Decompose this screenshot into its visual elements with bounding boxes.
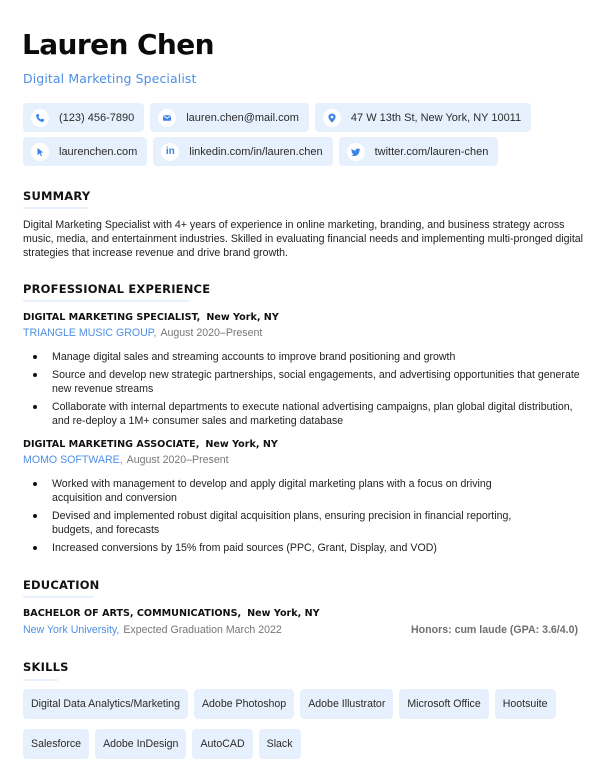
job-bullets: Manage digital sales and streaming accou… bbox=[23, 350, 583, 432]
job-location: New York, NY bbox=[206, 312, 279, 323]
section-divider bbox=[23, 596, 94, 598]
bullet-text: Collaborate with internal departments to… bbox=[52, 400, 573, 427]
skill-tag: Hootsuite bbox=[494, 689, 556, 719]
school-location: New York, NY bbox=[247, 608, 320, 619]
linkedin-icon: in bbox=[161, 142, 180, 161]
job-title: DIGITAL MARKETING SPECIALIST, New York, N… bbox=[23, 312, 279, 323]
skill-row: Salesforce Adobe InDesign AutoCAD Slack bbox=[23, 729, 583, 759]
bullet-text: Increased conversions by 15% from paid s… bbox=[52, 541, 437, 554]
section-divider bbox=[23, 207, 88, 209]
bullet-dot bbox=[33, 355, 37, 359]
list-item: Manage digital sales and streaming accou… bbox=[23, 350, 583, 364]
contact-phone-label: (123) 456-7890 bbox=[59, 111, 135, 124]
school-dates: New York University, Expected Graduation … bbox=[23, 624, 282, 636]
job-location: New York, NY bbox=[205, 439, 278, 450]
bullet-text: Manage digital sales and streaming accou… bbox=[52, 351, 456, 363]
contact-row: (123) 456-7890 lauren.chen@mail.com 47 W… bbox=[23, 103, 583, 132]
graduation-date: Expected Graduation March 2022 bbox=[123, 624, 282, 636]
job-company-dates: TRIANGLE MUSIC GROUP, August 2020–Present bbox=[23, 327, 262, 339]
education-heading: EDUCATION bbox=[23, 578, 100, 592]
school-name: New York University, bbox=[23, 624, 120, 636]
bullet-dot bbox=[33, 513, 37, 518]
skill-tag: Adobe InDesign bbox=[95, 729, 187, 759]
skill-tag: AutoCAD bbox=[192, 729, 253, 759]
experience-heading: PROFESSIONAL EXPERIENCE bbox=[23, 282, 211, 296]
section-divider bbox=[23, 300, 189, 302]
email-icon bbox=[158, 108, 177, 127]
contact-email-label: lauren.chen@mail.com bbox=[186, 111, 299, 124]
company-name: MOMO SOFTWARE, bbox=[23, 454, 123, 466]
bullet-dot bbox=[33, 545, 37, 550]
contact-address[interactable]: 47 W 13th St, New York, NY 10011 bbox=[314, 103, 532, 132]
honors-gpa: Honors: cum laude (GPA: 3.6/4.0) bbox=[411, 624, 578, 636]
company-name: TRIANGLE MUSIC GROUP, bbox=[23, 327, 157, 339]
summary-heading: SUMMARY bbox=[23, 189, 91, 203]
list-item: Source and develop new strategic partner… bbox=[23, 368, 583, 396]
contact-linkedin[interactable]: in linkedin.com/in/lauren.chen bbox=[153, 137, 333, 166]
skill-tag: Adobe Photoshop bbox=[193, 689, 295, 719]
list-item: Increased conversions by 15% from paid s… bbox=[23, 541, 513, 555]
summary-text: Digital Marketing Specialist with 4+ yea… bbox=[23, 219, 584, 260]
list-item: Collaborate with internal departments to… bbox=[23, 400, 583, 428]
phone-icon bbox=[31, 108, 49, 127]
section-divider bbox=[23, 679, 58, 681]
contact-email[interactable]: lauren.chen@mail.com bbox=[150, 103, 309, 132]
job-dates: August 2020–Present bbox=[126, 454, 229, 466]
skill-tag: Adobe Illustrator bbox=[300, 689, 394, 719]
degree-title: BACHELOR OF ARTS, COMMUNICATIONS, New Yor… bbox=[23, 608, 320, 619]
contact-info: (123) 456-7890 lauren.chen@mail.com 47 W… bbox=[23, 103, 583, 171]
twitter-bird-icon bbox=[346, 142, 365, 161]
degree-text: BACHELOR OF ARTS, COMMUNICATIONS, bbox=[23, 608, 242, 619]
list-item: Worked with management to develop and ap… bbox=[23, 477, 513, 505]
skills-heading: SKILLS bbox=[23, 660, 69, 674]
contact-website-label: laurenchen.com bbox=[59, 145, 138, 158]
contact-website[interactable]: laurenchen.com bbox=[23, 137, 148, 166]
contact-twitter-label: twitter.com/lauren-chen bbox=[374, 145, 489, 158]
bullet-text: Devised and implemented robust digital a… bbox=[52, 509, 512, 537]
skill-row: Digital Data Analytics/Marketing Adobe P… bbox=[23, 689, 583, 719]
list-item: Devised and implemented robust digital a… bbox=[23, 509, 513, 537]
contact-twitter[interactable]: twitter.com/lauren-chen bbox=[338, 137, 499, 166]
job-title-text: DIGITAL MARKETING SPECIALIST, bbox=[23, 312, 201, 323]
job-bullets: Worked with management to develop and ap… bbox=[23, 477, 513, 559]
bullet-dot bbox=[33, 482, 37, 486]
contact-phone[interactable]: (123) 456-7890 bbox=[23, 103, 145, 132]
job-dates: August 2020–Present bbox=[160, 327, 263, 339]
bullet-dot bbox=[33, 404, 37, 409]
skill-tag: Microsoft Office bbox=[399, 689, 489, 719]
candidate-role: Digital Marketing Specialist bbox=[23, 71, 197, 86]
skill-tag: Salesforce bbox=[23, 729, 90, 759]
bullet-text: Source and develop new strategic partner… bbox=[52, 368, 580, 395]
job-company-dates: MOMO SOFTWARE, August 2020–Present bbox=[23, 454, 229, 466]
contact-address-label: 47 W 13th St, New York, NY 10011 bbox=[350, 111, 522, 124]
skill-tag: Digital Data Analytics/Marketing bbox=[23, 689, 188, 719]
candidate-name: Lauren Chen bbox=[22, 28, 215, 61]
bullet-dot bbox=[33, 372, 37, 377]
contact-linkedin-label: linkedin.com/in/lauren.chen bbox=[189, 145, 323, 158]
skills-list: Digital Data Analytics/Marketing Adobe P… bbox=[23, 689, 583, 769]
contact-row: laurenchen.com in linkedin.com/in/lauren… bbox=[23, 137, 583, 166]
location-pin-icon bbox=[322, 108, 341, 127]
job-title: DIGITAL MARKETING ASSOCIATE, New York, NY bbox=[23, 439, 278, 450]
cursor-pointer-icon bbox=[31, 142, 49, 161]
bullet-text: Worked with management to develop and ap… bbox=[52, 478, 492, 505]
skill-tag: Slack bbox=[258, 729, 301, 759]
job-title-text: DIGITAL MARKETING ASSOCIATE, bbox=[23, 439, 200, 450]
